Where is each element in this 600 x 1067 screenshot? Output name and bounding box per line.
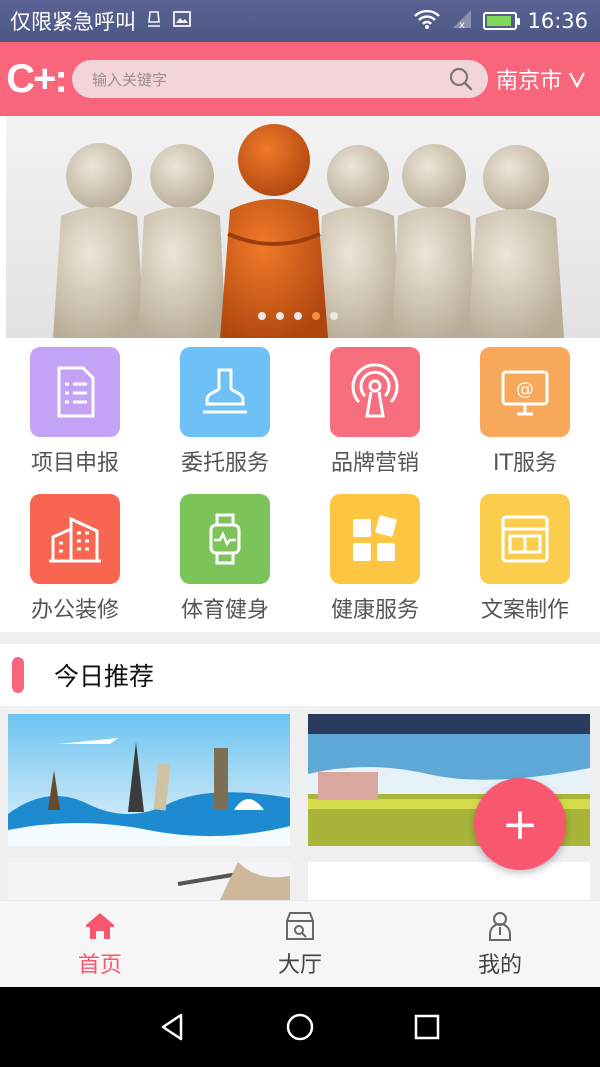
tile-bg	[30, 347, 120, 437]
document-image	[8, 862, 290, 900]
tile-bg: @	[480, 347, 570, 437]
app-screen: 仅限紧急呼叫 x 16:36 C+: 输入关键字 南京市 项目申报 委托服务 品…	[0, 0, 600, 1067]
image-icon	[172, 9, 192, 34]
tab-label: 我的	[477, 953, 522, 978]
city-selector[interactable]: 南京市	[496, 63, 586, 95]
recommend-card[interactable]	[308, 862, 590, 900]
category-item-office[interactable]: 办公装修	[0, 485, 150, 632]
category-grid: 项目申报 委托服务 品牌营销 @ IT服务 办公装修 体育健身 健康服务 文案制…	[0, 338, 600, 632]
tile-bg	[330, 494, 420, 584]
carousel-indicator	[258, 312, 338, 320]
category-label: 体育健身	[180, 598, 269, 623]
category-item-entrust[interactable]: 委托服务	[150, 338, 300, 485]
category-item-brand[interactable]: 品牌营销	[300, 338, 450, 485]
category-item-project[interactable]: 项目申报	[0, 338, 150, 485]
tab-label: 首页	[77, 953, 122, 978]
svg-text:@: @	[516, 379, 534, 400]
travel-image	[8, 714, 290, 846]
recommend-card[interactable]	[8, 714, 290, 846]
carousel-dot-active[interactable]	[312, 312, 320, 320]
bottom-tab-bar: 首页 大厅 我的	[0, 900, 600, 987]
section-marker	[12, 657, 24, 693]
store-icon	[286, 912, 314, 940]
banner-image	[53, 124, 564, 338]
smartwatch-icon	[209, 513, 241, 565]
battery-icon	[483, 12, 521, 30]
city-label: 南京市	[496, 69, 563, 94]
blocks-icon	[353, 515, 397, 561]
carousel-dot[interactable]	[258, 312, 266, 320]
battery-level	[487, 16, 512, 26]
monitor-icon: @	[501, 370, 549, 416]
carousel-dot[interactable]	[330, 312, 338, 320]
carousel-dot[interactable]	[294, 312, 302, 320]
add-button[interactable]: +	[474, 778, 566, 870]
wifi-icon	[413, 8, 441, 35]
category-item-it[interactable]: @ IT服务	[450, 338, 600, 485]
tab-hall[interactable]: 大厅	[200, 901, 400, 987]
carrier-text: 仅限紧急呼叫	[10, 10, 136, 34]
tile-bg	[180, 494, 270, 584]
person-icon	[489, 912, 511, 941]
tab-home[interactable]: 首页	[0, 901, 200, 987]
recents-icon[interactable]	[411, 1011, 443, 1043]
category-label: IT服务	[493, 451, 557, 476]
signal-icon: x	[451, 8, 473, 35]
tile-bg	[180, 347, 270, 437]
status-bar: 仅限紧急呼叫 x 16:36	[0, 0, 600, 42]
clock-text: 16:36	[527, 9, 588, 33]
app-logo[interactable]: C+:	[0, 42, 72, 116]
category-label: 项目申报	[30, 451, 119, 476]
back-icon[interactable]	[157, 1011, 189, 1043]
recommend-card[interactable]	[8, 862, 290, 900]
category-label: 委托服务	[180, 451, 269, 476]
category-label: 办公装修	[30, 598, 119, 623]
search-bar[interactable]: 输入关键字	[72, 60, 488, 98]
svg-text:x: x	[459, 20, 465, 30]
recommend-title: 今日推荐	[54, 662, 155, 691]
category-label: 品牌营销	[330, 451, 419, 476]
stamp-icon	[203, 368, 247, 414]
section-divider	[0, 632, 600, 644]
search-input[interactable]: 输入关键字	[92, 69, 448, 90]
category-label: 健康服务	[330, 598, 419, 623]
home-icon	[86, 913, 114, 939]
category-item-copywriting[interactable]: 文案制作	[450, 485, 600, 632]
recommend-header: 今日推荐	[0, 644, 600, 706]
tile-bg	[330, 347, 420, 437]
search-icon[interactable]	[448, 66, 474, 92]
banner-carousel[interactable]	[6, 116, 600, 338]
home-circle-icon[interactable]	[284, 1011, 316, 1043]
carousel-dot[interactable]	[276, 312, 284, 320]
broadcast-icon	[351, 363, 399, 418]
sim-icon	[144, 9, 164, 34]
tab-label: 大厅	[277, 953, 322, 978]
system-nav-bar	[0, 987, 600, 1067]
layout-icon	[501, 515, 549, 563]
category-item-health[interactable]: 健康服务	[300, 485, 450, 632]
tile-bg	[480, 494, 570, 584]
chevron-down-icon	[569, 72, 585, 88]
category-item-fitness[interactable]: 体育健身	[150, 485, 300, 632]
tile-bg	[30, 494, 120, 584]
tab-mine[interactable]: 我的	[400, 901, 600, 987]
document-icon	[57, 366, 95, 418]
header: C+: 输入关键字 南京市	[0, 42, 600, 116]
building-icon	[49, 516, 101, 563]
category-label: 文案制作	[480, 598, 569, 623]
